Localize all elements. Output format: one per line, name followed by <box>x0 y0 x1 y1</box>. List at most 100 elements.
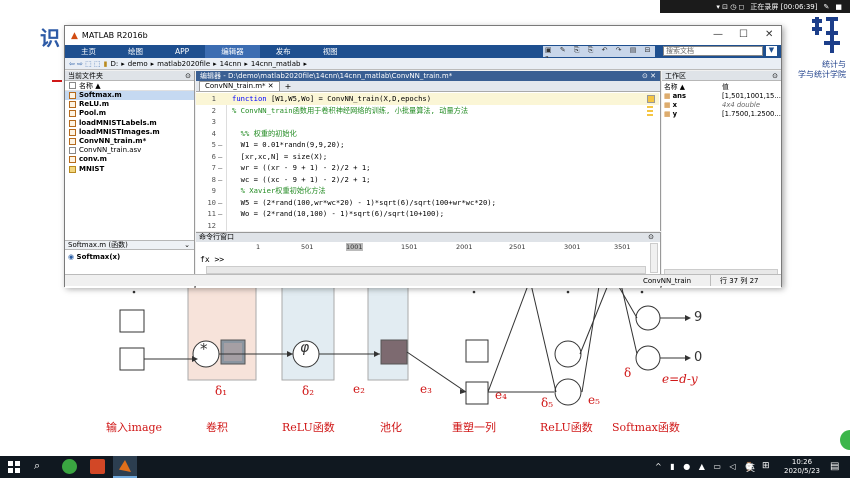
slide-title-fragment: 识 <box>40 26 60 50</box>
label-e2: e₂ <box>353 382 365 396</box>
code-token: [W1,W5,Wo] = ConvNN_train(X,D,epochs) <box>270 94 432 103</box>
file-item[interactable]: Pool.m <box>65 109 194 118</box>
vertical-scrollbar[interactable] <box>650 243 658 273</box>
chevron-down-icon[interactable]: ⌄ <box>184 241 190 250</box>
name-column-label: 名称 ▲ <box>79 82 101 90</box>
filter-icon[interactable]: ▼ <box>766 46 777 56</box>
workspace-col-header[interactable]: 名称 ▲ 值 <box>664 83 779 92</box>
ime-grid-icon[interactable]: ⊞ <box>762 461 770 471</box>
nav-buttons[interactable]: ⇦ ⇨ ⬚ ⬚ <box>69 60 101 68</box>
code-text: Wo = (2*rand(10,100) - 1)*sqrt(6)/sqrt(1… <box>232 208 444 220</box>
panel-menu-icon[interactable]: ⊙ <box>772 71 778 81</box>
file-name: loadMNISTImages.m <box>79 127 160 136</box>
file-item[interactable]: Softmax.m <box>65 91 194 101</box>
close-button[interactable]: ✕ <box>765 29 773 40</box>
pen-icon[interactable]: ✎ <box>824 3 830 11</box>
code-text: % ConvNN_train函数用于卷积神经网络的训练, 小批量算法, 动量方法 <box>232 105 468 117</box>
breakpoint-marker[interactable]: — <box>218 162 222 174</box>
current-folder-title: 当前文件夹 <box>68 72 103 80</box>
workspace-row[interactable]: ▦ ans [1,501,1001,15... <box>664 92 781 101</box>
breakpoint-marker[interactable]: — <box>218 174 222 186</box>
horizontal-scrollbar[interactable] <box>206 266 646 274</box>
current-folder-panel: 当前文件夹 ⊙ 名称 ▲ Softmax.m ReLU.m Pool.m load… <box>65 71 195 288</box>
file-item[interactable]: loadMNISTImages.m <box>65 128 194 137</box>
path-seg-4[interactable]: 14cnn_matlab <box>251 60 301 68</box>
function-icon: ◉ <box>68 253 75 261</box>
path-seg-0[interactable]: D: <box>111 60 119 68</box>
breakpoint-marker[interactable]: — <box>218 197 222 209</box>
code-line[interactable]: 7— wr = ((xr - 9 + 1) - 2)/2 + 1; <box>196 162 659 174</box>
code-line[interactable]: 3 <box>196 116 659 128</box>
tab-home[interactable]: 主页 <box>65 45 112 58</box>
tab-publish[interactable]: 发布 <box>260 45 307 58</box>
tab-plots[interactable]: 绘图 <box>112 45 159 58</box>
file-item[interactable]: conv.m <box>65 155 194 164</box>
tab-close-icon[interactable]: ✕ <box>268 82 274 90</box>
code-line[interactable]: 6— [xr,xc,N] = size(X); <box>196 151 659 163</box>
panel-menu-icon[interactable]: ⊙ <box>185 71 191 81</box>
command-window-header: 命令行窗口 ⊙ <box>196 233 660 242</box>
stop-icon[interactable]: ■ <box>835 3 842 11</box>
panel-menu-icon[interactable]: ⊙ <box>648 233 654 242</box>
code-line[interactable]: 11— Wo = (2*rand(10,100) - 1)*sqrt(6)/sq… <box>196 208 659 220</box>
label-error: e=d-y <box>662 372 698 386</box>
maximize-button[interactable]: ☐ <box>739 29 748 40</box>
code-line[interactable]: 10— W5 = (2*rand(100,wr*wc*20) - 1)*sqrt… <box>196 197 659 209</box>
tab-apps[interactable]: APP <box>159 45 205 58</box>
name-column-header[interactable]: 名称 ▲ <box>65 81 194 91</box>
command-prompt[interactable]: fx >> <box>200 255 224 264</box>
new-tab-button[interactable]: + <box>280 82 297 91</box>
conv-symbol: * <box>200 340 208 358</box>
code-analyzer-marks[interactable] <box>647 95 657 135</box>
path-seg-2[interactable]: matlab2020file <box>157 60 210 68</box>
file-item[interactable]: loadMNISTLabels.m <box>65 119 194 128</box>
editor-close-icon[interactable]: ⊙ ✕ <box>642 71 656 81</box>
file-name: loadMNISTLabels.m <box>79 118 157 127</box>
tab-editor[interactable]: 编辑器 <box>205 45 260 58</box>
matlab-taskbar-icon[interactable] <box>113 456 137 478</box>
code-line[interactable]: 4 %% 权重的初始化 <box>196 128 659 140</box>
tick-label: 501 <box>301 243 314 251</box>
notification-icon[interactable]: ▤ <box>830 461 839 472</box>
system-tray-icons[interactable]: ^ ▮ ● ▲ ▭ ◁ ⌚ <box>655 462 757 471</box>
folder-icon <box>69 165 76 173</box>
tab-view[interactable]: 视图 <box>307 45 354 58</box>
path-seg-1[interactable]: demo <box>128 60 148 68</box>
workspace-row[interactable]: ▦ x 4x4 double <box>664 101 779 110</box>
folder-item[interactable]: MNIST <box>65 165 194 174</box>
file-item[interactable]: ConvNN_train.m* <box>65 137 194 146</box>
details-header[interactable]: Softmax.m (函数) ⌄ <box>65 240 194 250</box>
side-widget[interactable] <box>840 430 850 450</box>
breakpoint-marker[interactable]: — <box>218 151 222 163</box>
overlapping-axis-ticks: 1 501 1001 1501 2001 2501 3001 3501 <box>196 243 659 253</box>
code-line[interactable]: 2 % ConvNN_train函数用于卷积神经网络的训练, 小批量算法, 动量方… <box>196 105 659 117</box>
ime-indicator[interactable]: 英 <box>746 461 755 474</box>
minimize-button[interactable]: — <box>713 29 723 40</box>
search-icon[interactable]: ⌕ <box>34 459 40 473</box>
quick-access-toolbar[interactable]: ▣ ✎ ⎘ ⎘ ↶ ↷ ▤ ⊟ ? <box>543 46 655 63</box>
workspace-row[interactable]: ▦ y [1.7500,1.2500... <box>664 110 781 119</box>
clock[interactable]: 10:26 2020/5/23 <box>784 458 820 476</box>
editor-tab[interactable]: ConvNN_train.m* ✕ <box>199 81 280 91</box>
code-token: function <box>232 94 271 103</box>
tick-label: 1001 <box>346 243 363 251</box>
matlab-window: ▲ MATLAB R2016b — ☐ ✕ 主页 绘图 APP 编辑器 发布 视… <box>64 25 782 288</box>
breakpoint-marker[interactable]: — <box>218 208 222 220</box>
path-seg-3[interactable]: 14cnn <box>220 60 242 68</box>
variable-icon: ▦ <box>664 110 671 118</box>
code-line[interactable]: 5— W1 = 0.01*randn(9,9,20); <box>196 139 659 151</box>
browser-icon[interactable] <box>62 459 77 474</box>
search-docs-input[interactable]: 搜索文档 <box>663 46 763 56</box>
code-line[interactable]: 9 % Xavier权重初始化方法 <box>196 185 659 197</box>
file-item[interactable]: ConvNN_train.asv <box>65 146 194 155</box>
code-line[interactable]: 1 function [W1,W5,Wo] = ConvNN_train(X,D,… <box>196 93 659 105</box>
stage-relu1: ReLU函数 <box>282 421 335 434</box>
powerpoint-icon[interactable] <box>90 459 105 474</box>
start-button[interactable] <box>8 461 20 473</box>
code-line[interactable]: 12 <box>196 220 659 232</box>
breakpoint-marker[interactable]: — <box>218 139 222 151</box>
file-item[interactable]: ReLU.m <box>65 100 194 109</box>
code-area[interactable]: 1 function [W1,W5,Wo] = ConvNN_train(X,D,… <box>196 93 659 231</box>
m-file-icon <box>69 119 76 127</box>
code-line[interactable]: 8— wc = ((xc - 9 + 1) - 2)/2 + 1; <box>196 174 659 186</box>
